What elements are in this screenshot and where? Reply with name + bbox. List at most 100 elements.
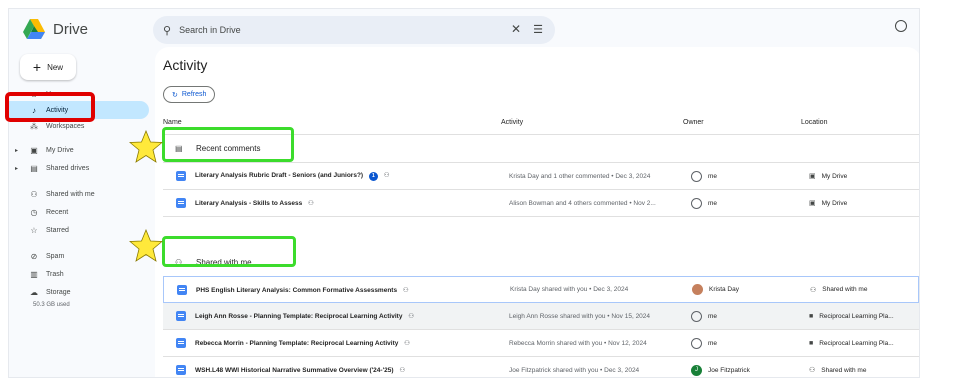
clock-icon: ◷ — [30, 207, 38, 217]
location-cell[interactable]: ▣ My Drive — [809, 199, 847, 208]
owner-name: me — [708, 312, 718, 320]
location-cell[interactable]: ■ Reciprocal Learning Pla... — [809, 340, 894, 347]
star-icon: ☆ — [30, 225, 38, 235]
owner-name: Krista Day — [709, 286, 739, 293]
sidebar-item-recent[interactable]: ◷ Recent — [9, 203, 149, 221]
google-doc-icon — [176, 338, 186, 348]
activity-text: Krista Day and 1 other commented • Dec 3… — [509, 172, 651, 180]
file-name-cell: WSH.L48 WWI Historical Narrative Summati… — [195, 366, 405, 374]
owner-cell: J Joe Fitzpatrick — [691, 364, 750, 376]
activity-text: Alison Bowman and 4 others commented • N… — [509, 199, 656, 207]
my-drive-icon: ▣ — [30, 145, 38, 155]
sidebar-item-label: Workspaces — [46, 122, 85, 130]
shared-folder-icon: ■ — [809, 339, 814, 347]
activity-text: Rebecca Morrin shared with you • Nov 12,… — [509, 339, 647, 347]
location-name: My Drive — [821, 172, 848, 180]
expand-caret-icon[interactable]: ▸ — [15, 147, 18, 154]
column-header-owner: Owner — [683, 119, 704, 126]
file-name-cell: Literary Analysis Rubric Draft - Seniors… — [195, 171, 390, 181]
sidebar-item-shared-with-me[interactable]: ⚇ Shared with me — [9, 185, 149, 203]
clear-search-icon[interactable]: ✕ — [511, 22, 521, 36]
expand-caret-icon[interactable]: ▸ — [15, 165, 18, 172]
column-header-name[interactable]: Name — [163, 119, 182, 126]
sidebar-item-my-drive[interactable]: ▸ ▣ My Drive — [9, 141, 149, 159]
activity-text: Krista Day shared with you • Dec 3, 2024 — [510, 286, 629, 293]
shared-people-icon: ⚇ — [404, 340, 410, 347]
owner-name: Joe Fitzpatrick — [708, 366, 750, 374]
avatar — [691, 170, 702, 182]
sidebar-item-starred[interactable]: ☆ Starred — [9, 221, 149, 239]
sidebar-item-storage[interactable]: ☁ Storage — [9, 283, 149, 301]
file-name-cell: PHS English Literary Analysis: Common Fo… — [196, 286, 409, 294]
location-cell[interactable]: ■ Reciprocal Learning Pla... — [809, 313, 894, 320]
sidebar-item-trash[interactable]: ▥ Trash — [9, 265, 149, 283]
shared-people-icon: ⚇ — [408, 313, 415, 320]
file-name: Literary Analysis Rubric Draft - Seniors… — [195, 172, 364, 179]
location-cell[interactable]: ⚇ Shared with me — [810, 286, 867, 294]
column-header-activity: Activity — [501, 119, 524, 126]
table-row[interactable]: Literary Analysis - Skills to Assess ⚇ A… — [163, 190, 919, 217]
location-name: Shared with me — [822, 286, 868, 293]
workspaces-icon: ⁂ — [30, 121, 38, 131]
people-icon: ⚇ — [810, 286, 817, 294]
page-title: Activity — [163, 57, 208, 73]
people-icon: ⚇ — [30, 189, 38, 199]
my-drive-icon: ▣ — [809, 173, 816, 180]
avatar: J — [691, 364, 702, 376]
location-cell[interactable]: ▣ My Drive — [809, 172, 848, 181]
search-options-icon[interactable]: ☰ — [533, 23, 543, 36]
location-name: Reciprocal Learning Pla... — [819, 339, 894, 347]
annotation-green-highlight-recent-comments — [162, 127, 294, 162]
refresh-button[interactable]: ↻ Refresh — [163, 86, 216, 103]
google-doc-icon — [176, 198, 186, 208]
google-doc-icon — [176, 365, 186, 375]
shared-drives-icon: ▤ — [30, 163, 38, 173]
spam-icon: ⊘ — [30, 251, 38, 261]
google-doc-icon — [177, 284, 187, 295]
file-name-cell: Rebecca Morrin - Planning Template: Reci… — [195, 339, 410, 347]
location-name: Shared with me — [821, 366, 867, 374]
search-input[interactable]: Search in Drive — [179, 25, 241, 35]
file-name: Literary Analysis - Skills to Assess — [195, 200, 303, 207]
owner-cell: me — [691, 197, 717, 209]
storage-used-text: 50.3 GB used — [33, 302, 70, 308]
location-cell[interactable]: ⚇ Shared with me — [809, 366, 867, 375]
cloud-icon: ☁ — [30, 287, 38, 297]
refresh-label: Refresh — [181, 91, 207, 98]
owner-cell: me — [691, 170, 718, 182]
avatar — [691, 310, 702, 322]
search-icon[interactable]: ⚲ — [163, 24, 171, 37]
google-doc-icon — [176, 311, 186, 321]
table-row[interactable]: Leigh Ann Rosse - Planning Template: Rec… — [163, 303, 919, 330]
table-row[interactable]: Rebecca Morrin - Planning Template: Reci… — [163, 330, 919, 357]
table-row[interactable]: PHS English Literary Analysis: Common Fo… — [163, 276, 919, 303]
shared-people-icon: ⚇ — [399, 367, 406, 374]
table-row[interactable]: WSH.L48 WWI Historical Narrative Summati… — [163, 357, 919, 377]
annotation-star-icon — [129, 229, 163, 262]
avatar — [691, 337, 702, 349]
table-row[interactable]: Literary Analysis Rubric Draft - Seniors… — [163, 163, 919, 190]
shared-people-icon: ⚇ — [308, 200, 314, 207]
owner-name: me — [708, 339, 718, 347]
new-button[interactable]: + New — [20, 54, 76, 80]
annotation-red-highlight — [5, 92, 95, 122]
drive-logo[interactable]: Drive — [23, 19, 88, 39]
sidebar-item-shared-drives[interactable]: ▸ ▤ Shared drives — [9, 159, 149, 177]
plus-icon: + — [32, 59, 42, 75]
sidebar-item-label: Recent — [46, 208, 69, 216]
file-name: Rebecca Morrin - Planning Template: Reci… — [195, 340, 399, 347]
refresh-icon: ↻ — [172, 91, 178, 99]
annotation-star-icon — [129, 130, 163, 163]
file-name-cell: Leigh Ann Rosse - Planning Template: Rec… — [195, 312, 414, 320]
ready-for-offline-icon[interactable] — [895, 20, 907, 32]
sidebar-item-label: Shared with me — [46, 190, 95, 198]
sidebar-item-label: Spam — [46, 252, 65, 260]
sidebar-item-spam[interactable]: ⊘ Spam — [9, 247, 149, 265]
owner-cell: me — [691, 337, 718, 349]
people-icon: ⚇ — [809, 367, 816, 374]
search-bar[interactable]: ⚲ Search in Drive ✕ ☰ — [153, 16, 555, 44]
avatar — [691, 197, 702, 209]
file-name: PHS English Literary Analysis: Common Fo… — [196, 286, 398, 294]
owner-name: me — [708, 172, 718, 180]
shared-folder-icon: ■ — [809, 312, 814, 320]
